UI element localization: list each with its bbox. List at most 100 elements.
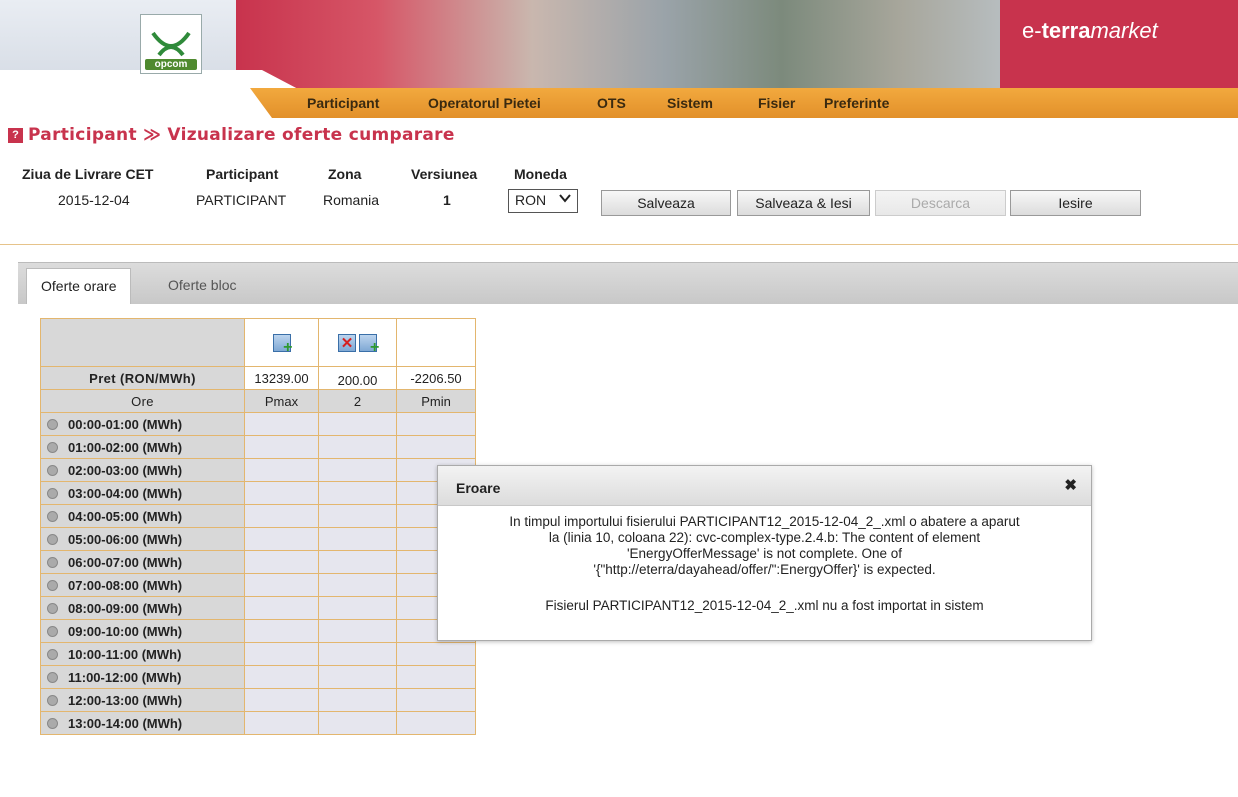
save-and-exit-button[interactable]: Salveaza & Iesi (737, 190, 870, 216)
quantity-cell[interactable] (244, 481, 319, 505)
price-step-2[interactable]: 200.00 (318, 366, 397, 390)
quantity-cell[interactable] (318, 527, 397, 551)
expand-row-icon[interactable] (47, 671, 58, 683)
expand-row-icon[interactable] (47, 418, 58, 430)
dialog-result-message: Fisierul PARTICIPANT12_2015-12-04_2_.xml… (545, 598, 984, 613)
quantity-cell[interactable] (396, 711, 476, 735)
quantity-cell[interactable] (318, 711, 397, 735)
help-icon[interactable]: ? (8, 128, 23, 143)
expand-row-icon[interactable] (47, 625, 58, 637)
quantity-cell[interactable] (244, 504, 319, 528)
expand-row-icon[interactable] (47, 602, 58, 614)
expand-row-icon[interactable] (47, 464, 58, 476)
quantity-cell[interactable] (318, 412, 397, 436)
quantity-cell[interactable] (244, 527, 319, 551)
quantity-cell[interactable] (318, 688, 397, 712)
hour-interval-text: 06:00-07:00 (MWh) (68, 554, 183, 570)
quantity-cell[interactable] (318, 504, 397, 528)
quantity-cell[interactable] (244, 573, 319, 597)
quantity-cell[interactable] (318, 619, 397, 643)
hour-row-label: 10:00-11:00 (MWh) (40, 642, 245, 666)
quantity-cell[interactable] (396, 642, 476, 666)
hour-row-label: 06:00-07:00 (MWh) (40, 550, 245, 574)
hour-interval-text: 10:00-11:00 (MWh) (68, 646, 182, 662)
download-button[interactable]: Descarca (875, 190, 1006, 216)
tab-block-offers[interactable]: Oferte bloc (154, 268, 250, 304)
header-banner: opcom e-terramarket Participant Operator… (0, 0, 1238, 118)
expand-row-icon[interactable] (47, 510, 58, 522)
quantity-cell[interactable] (244, 619, 319, 643)
save-button[interactable]: Salveaza (601, 190, 731, 216)
table-row: 07:00-08:00 (MWh) (40, 573, 476, 597)
expand-row-icon[interactable] (47, 717, 58, 729)
opcom-logo[interactable]: opcom (140, 14, 202, 74)
quantity-cell[interactable] (318, 642, 397, 666)
expand-row-icon[interactable] (47, 441, 58, 453)
price-pmin[interactable]: -2206.50 (396, 366, 476, 390)
quantity-cell[interactable] (244, 642, 319, 666)
quantity-cell[interactable] (318, 550, 397, 574)
hour-interval-text: 02:00-03:00 (MWh) (68, 462, 183, 478)
exit-button[interactable]: Iesire (1010, 190, 1141, 216)
column-header-pmax: Pmax (244, 389, 319, 413)
quantity-cell[interactable] (318, 481, 397, 505)
hour-row-label: 08:00-09:00 (MWh) (40, 596, 245, 620)
brand-logo: e-terramarket (1022, 18, 1158, 44)
quantity-cell[interactable] (244, 596, 319, 620)
quantity-cell[interactable] (318, 596, 397, 620)
expand-row-icon[interactable] (47, 556, 58, 568)
currency-select[interactable]: RON (508, 189, 578, 213)
menu-item-ots[interactable]: OTS (597, 95, 626, 111)
table-row: 04:00-05:00 (MWh) (40, 504, 476, 528)
quantity-cell[interactable] (244, 412, 319, 436)
quantity-cell[interactable] (318, 665, 397, 689)
quantity-cell[interactable] (244, 458, 319, 482)
menu-item-preferinte[interactable]: Preferinte (824, 95, 889, 111)
zone-value: Romania (323, 192, 380, 208)
close-icon[interactable]: ✖ (1064, 476, 1077, 494)
menu-item-operatorul-pietei[interactable]: Operatorul Pietei (428, 95, 541, 111)
quantity-cell[interactable] (244, 550, 319, 574)
hour-interval-text: 03:00-04:00 (MWh) (68, 485, 183, 501)
menu-item-sistem[interactable]: Sistem (667, 95, 713, 111)
error-dialog: Eroare ✖ In timpul importului fisierului… (437, 465, 1092, 641)
label-delivery-day: Ziua de Livrare CET (22, 166, 154, 182)
menu-item-fisier[interactable]: Fisier (758, 95, 795, 111)
hour-interval-text: 07:00-08:00 (MWh) (68, 577, 183, 593)
hour-interval-text: 05:00-06:00 (MWh) (68, 531, 183, 547)
quantity-cell[interactable] (318, 435, 397, 459)
add-column-icon[interactable] (272, 333, 293, 357)
quantity-cell[interactable] (318, 573, 397, 597)
hour-row-label: 12:00-13:00 (MWh) (40, 688, 245, 712)
brand-italic: market (1090, 18, 1158, 43)
table-row: 08:00-09:00 (MWh) (40, 596, 476, 620)
quantity-cell[interactable] (396, 665, 476, 689)
delete-column-icon[interactable] (337, 333, 356, 352)
quantity-cell[interactable] (318, 458, 397, 482)
menu-item-participant[interactable]: Participant (307, 95, 379, 111)
quantity-cell[interactable] (244, 665, 319, 689)
expand-row-icon[interactable] (47, 487, 58, 499)
hour-interval-text: 01:00-02:00 (MWh) (68, 439, 183, 455)
grid-hour-rows: 00:00-01:00 (MWh) 01:00-02:00 (MWh) 02:00-… (40, 412, 476, 735)
quantity-cell[interactable] (396, 688, 476, 712)
expand-row-icon[interactable] (47, 533, 58, 545)
quantity-cell[interactable] (396, 435, 476, 459)
quantity-cell[interactable] (244, 711, 319, 735)
tab-hourly-offers[interactable]: Oferte orare (26, 268, 132, 304)
banner-brand-panel (1000, 0, 1238, 88)
expand-row-icon[interactable] (47, 579, 58, 591)
quantity-cell[interactable] (244, 688, 319, 712)
menu-bar-left-cutout (0, 88, 272, 118)
table-row: 01:00-02:00 (MWh) (40, 435, 476, 459)
expand-row-icon[interactable] (47, 648, 58, 660)
price-pmax[interactable]: 13239.00 (244, 366, 319, 390)
brand-bold: terra (1041, 18, 1091, 43)
hour-interval-text: 08:00-09:00 (MWh) (68, 600, 183, 616)
quantity-cell[interactable] (396, 412, 476, 436)
quantity-cell[interactable] (244, 435, 319, 459)
chevron-down-icon (559, 191, 571, 208)
hours-header-row: Ore Pmax 2 Pmin (40, 389, 476, 413)
expand-row-icon[interactable] (47, 694, 58, 706)
add-column-icon[interactable] (359, 333, 379, 357)
